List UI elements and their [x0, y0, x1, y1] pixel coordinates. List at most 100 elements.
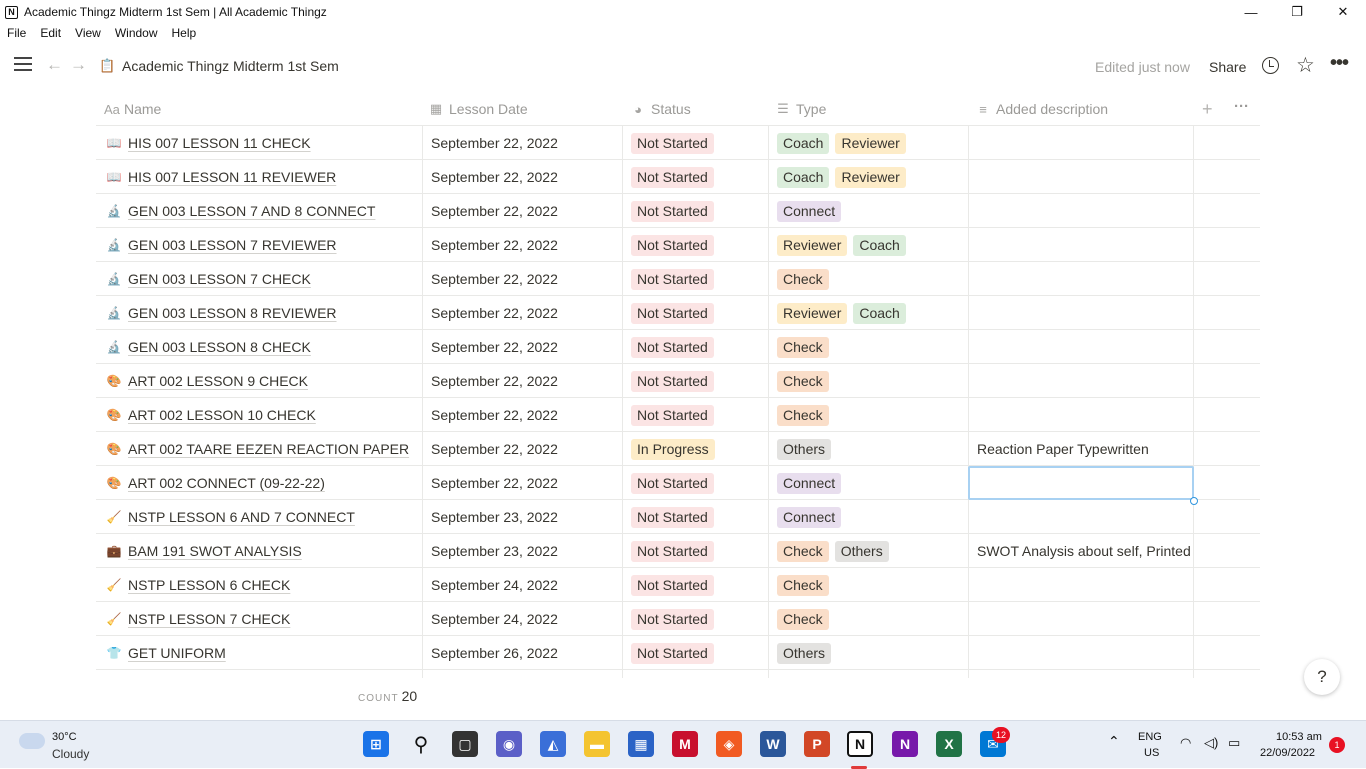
type-tag[interactable]: Reviewer: [835, 132, 906, 154]
description-cell[interactable]: [977, 262, 1202, 296]
region-label[interactable]: US: [1144, 747, 1159, 759]
name-cell[interactable]: 🧹 NSTP LESSON 7 CHECK: [106, 602, 422, 636]
description-cell[interactable]: [977, 568, 1202, 602]
lesson-date-cell[interactable]: September 22, 2022: [431, 330, 631, 364]
type-tag[interactable]: Check: [777, 336, 829, 358]
table-more-icon[interactable]: ···: [1234, 98, 1249, 115]
menu-help[interactable]: Help: [165, 26, 204, 40]
status-tag[interactable]: Not Started: [631, 404, 714, 426]
battery-icon[interactable]: ▭: [1228, 735, 1240, 751]
name-cell[interactable]: 📖 HIS 007 LESSON 11 CHECK: [106, 126, 422, 160]
type-cell[interactable]: Others: [777, 432, 977, 466]
status-cell[interactable]: Not Started: [631, 500, 777, 534]
type-tag[interactable]: Coach: [853, 234, 906, 256]
favorite-star-icon[interactable]: ☆: [1296, 53, 1315, 78]
type-cell[interactable]: Reviewer Coach: [777, 228, 977, 262]
lesson-date-cell[interactable]: September 24, 2022: [431, 568, 631, 602]
description-cell[interactable]: [977, 194, 1202, 228]
back-arrow-icon[interactable]: ←: [46, 55, 63, 75]
description-cell[interactable]: [977, 296, 1202, 330]
description-cell[interactable]: [977, 160, 1202, 194]
type-tag[interactable]: Check: [777, 370, 829, 392]
table-row[interactable]: 🧹 NSTP LESSON 6 AND 7 CONNECT September 23…: [96, 500, 1260, 534]
row-title[interactable]: GEN 003 LESSON 7 CHECK: [128, 271, 311, 287]
lesson-date-cell[interactable]: September 22, 2022: [431, 126, 631, 160]
status-cell[interactable]: Not Started: [631, 364, 777, 398]
table-row[interactable]: 📖 HIS 007 LESSON 11 CHECK September 22, 20…: [96, 126, 1260, 160]
status-cell[interactable]: Not Started: [631, 126, 777, 160]
lesson-date-cell[interactable]: September 22, 2022: [431, 228, 631, 262]
lesson-date-cell[interactable]: September 22, 2022: [431, 160, 631, 194]
show-hidden-icons-chevron-icon[interactable]: ⌃: [1108, 733, 1120, 750]
notion-taskbar-icon[interactable]: N: [847, 731, 873, 757]
teams-chat-icon[interactable]: ◉: [496, 731, 522, 757]
name-cell[interactable]: 🔬 GEN 003 LESSON 8 REVIEWER: [106, 296, 422, 330]
status-tag[interactable]: Not Started: [631, 370, 714, 392]
lesson-date-cell[interactable]: September 23, 2022: [431, 500, 631, 534]
type-cell[interactable]: Connect: [777, 466, 977, 500]
share-button[interactable]: Share: [1209, 59, 1246, 75]
status-cell[interactable]: Not Started: [631, 602, 777, 636]
description-cell[interactable]: [977, 228, 1202, 262]
type-cell[interactable]: Others: [777, 636, 977, 670]
status-cell[interactable]: Not Started: [631, 262, 777, 296]
cell-fill-handle[interactable]: [1190, 497, 1198, 505]
type-tag[interactable]: Reviewer: [835, 166, 906, 188]
status-tag[interactable]: Not Started: [631, 608, 714, 630]
type-cell[interactable]: Check: [777, 330, 977, 364]
status-cell[interactable]: Not Started: [631, 194, 777, 228]
type-cell[interactable]: Connect: [777, 500, 977, 534]
type-cell[interactable]: Check: [777, 398, 977, 432]
table-row[interactable]: 🔬 GEN 003 LESSON 8 REVIEWER September 22, …: [96, 296, 1260, 330]
status-tag[interactable]: Not Started: [631, 540, 714, 562]
menu-window[interactable]: Window: [108, 26, 165, 40]
row-title[interactable]: ART 002 LESSON 9 CHECK: [128, 373, 308, 389]
name-cell[interactable]: 🎨 ART 002 LESSON 9 CHECK: [106, 364, 422, 398]
status-tag[interactable]: Not Started: [631, 132, 714, 154]
onenote-icon[interactable]: N: [892, 731, 918, 757]
type-tag[interactable]: Reviewer: [777, 234, 848, 256]
name-cell[interactable]: 🔬 GEN 003 LESSON 7 REVIEWER: [106, 228, 422, 262]
table-row[interactable]: 👕 GET UNIFORM September 26, 2022 Not Starte…: [96, 636, 1260, 670]
microsoft-store-icon[interactable]: ▦: [628, 731, 654, 757]
description-cell[interactable]: [977, 602, 1202, 636]
status-cell[interactable]: Not Started: [631, 636, 777, 670]
type-tag[interactable]: Coach: [853, 302, 906, 324]
status-cell[interactable]: Not Started: [631, 330, 777, 364]
description-cell[interactable]: Reaction Paper Typewritten: [977, 432, 1202, 466]
close-button[interactable]: ✕: [1320, 0, 1366, 24]
description-cell[interactable]: [977, 330, 1202, 364]
status-tag[interactable]: Not Started: [631, 234, 714, 256]
row-title[interactable]: GEN 003 LESSON 7 AND 8 CONNECT: [128, 203, 375, 219]
name-cell[interactable]: 🎨 ART 002 CONNECT (09-22-22): [106, 466, 422, 500]
type-tag[interactable]: Check: [777, 404, 829, 426]
status-tag[interactable]: Not Started: [631, 166, 714, 188]
wifi-icon[interactable]: ◠: [1180, 735, 1191, 751]
status-tag[interactable]: Not Started: [631, 336, 714, 358]
type-cell[interactable]: Coach Reviewer: [777, 126, 977, 160]
name-cell[interactable]: 💼 BAM 191 SWOT ANALYSIS: [106, 534, 422, 568]
lesson-date-cell[interactable]: September 22, 2022: [431, 194, 631, 228]
selected-cell[interactable]: [968, 466, 1194, 500]
type-cell[interactable]: Check: [777, 262, 977, 296]
task-view-icon[interactable]: ▢: [452, 731, 478, 757]
column-header-name[interactable]: Aa Name: [104, 92, 161, 126]
status-cell[interactable]: Not Started: [631, 398, 777, 432]
status-cell[interactable]: Not Started: [631, 160, 777, 194]
word-icon[interactable]: W: [760, 731, 786, 757]
status-tag[interactable]: Not Started: [631, 472, 714, 494]
volume-icon[interactable]: ◁): [1204, 735, 1218, 751]
status-cell[interactable]: Not Started: [631, 296, 777, 330]
type-tag[interactable]: Others: [777, 642, 832, 664]
table-row[interactable]: 🧹 NSTP LESSON 7 CHECK September 24, 2022 No…: [96, 602, 1260, 636]
row-title[interactable]: BAM 191 SWOT ANALYSIS: [128, 543, 302, 559]
type-cell[interactable]: Check: [777, 364, 977, 398]
add-property-icon[interactable]: +: [1202, 99, 1213, 120]
row-title[interactable]: HIS 007 LESSON 11 CHECK: [128, 135, 311, 151]
description-cell[interactable]: [977, 364, 1202, 398]
status-tag[interactable]: Not Started: [631, 506, 714, 528]
forward-arrow-icon[interactable]: →: [70, 55, 87, 75]
table-row[interactable]: 🎨 ART 002 LESSON 10 CHECK September 22, 20…: [96, 398, 1260, 432]
type-cell[interactable]: Connect: [777, 194, 977, 228]
table-row[interactable]: 🔬 GEN 003 LESSON 7 REVIEWER September 22, …: [96, 228, 1260, 262]
